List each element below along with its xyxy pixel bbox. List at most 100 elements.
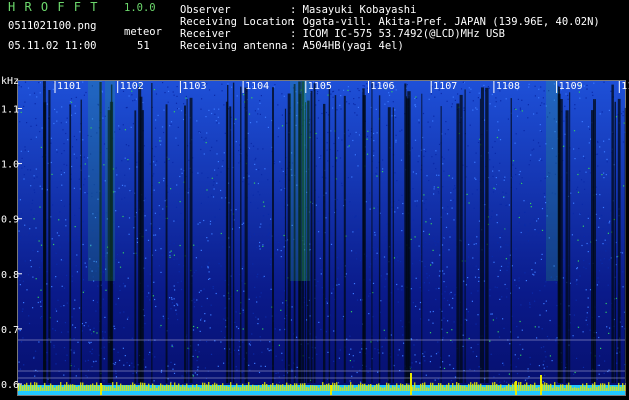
signal-peak [76,386,78,391]
noise-speck [70,98,73,100]
noise-speck [610,210,612,212]
noise-speck [463,107,465,109]
noise-speck [27,150,29,152]
noise-speck [598,281,600,283]
noise-speck [468,337,470,340]
noise-speck [539,314,541,316]
noise-speck [275,355,277,357]
signal-peak [218,386,220,391]
noise-speck [585,97,587,99]
noise-speck [196,245,198,247]
signal-peak [188,387,190,391]
noise-speck [227,83,229,85]
noise-speck [475,107,477,109]
noise-speck [319,158,321,160]
noise-speck [442,207,444,209]
noise-speck [503,179,505,181]
noise-speck [89,351,91,353]
signal-peak [82,382,84,391]
noise-speck [136,166,138,168]
noise-speck [426,175,428,177]
noise-speck [170,121,173,123]
noise-speck [478,276,480,279]
signal-peak [446,384,448,391]
noise-speck [358,134,361,136]
signal-peak [310,385,312,391]
noise-speck [411,362,413,364]
noise-speck [18,361,20,363]
noise-speck [374,258,376,260]
noise-speck [472,109,474,111]
noise-speck [498,170,500,172]
noise-speck [199,330,201,332]
noise-speck [75,265,77,267]
noise-speck [173,298,175,300]
noise-speck [282,302,284,304]
signal-peak [202,382,204,391]
noise-speck [217,167,219,169]
noise-speck [20,164,22,166]
noise-speck [320,155,322,157]
signal-peak [64,384,66,391]
noise-speck [253,182,256,184]
noise-speck [243,290,245,292]
noise-speck [622,111,624,113]
noise-speck [454,376,457,378]
noise-speck [368,295,370,297]
noise-speck [197,366,199,368]
noise-speck [435,244,437,246]
noise-speck [154,127,157,129]
noise-speck [104,331,106,333]
noise-speck [546,366,548,368]
noise-speck [321,287,323,289]
signal-peak [44,382,46,391]
noise-speck [428,282,430,284]
noise-speck [336,256,338,259]
noise-speck [377,206,379,208]
noise-speck [353,98,355,100]
noise-speck [489,295,491,297]
noise-speck [198,131,200,133]
noise-speck [501,296,503,298]
noise-speck [580,179,583,181]
signal-peak [380,387,382,391]
signal-peak [260,387,262,391]
noise-speck [491,146,494,148]
noise-speck [278,127,280,129]
noise-speck [174,363,176,365]
signal-peak [362,383,364,391]
noise-speck [32,214,35,216]
noise-speck [542,97,544,99]
noise-speck [215,120,217,122]
noise-speck [249,236,251,238]
noise-speck [527,368,529,370]
noise-speck [442,337,444,339]
signal-peak [98,386,100,391]
noise-speck [174,289,176,291]
noise-speck [374,250,376,252]
noise-speck [223,318,225,320]
signal-peak [472,383,474,391]
signal-peak [510,386,512,391]
noise-speck [355,215,357,217]
signal-gap [624,107,626,384]
noise-speck [90,341,92,343]
noise-speck [33,175,35,177]
noise-speck [291,368,293,370]
noise-speck [573,373,575,375]
time-label: 1107 [433,81,457,92]
noise-speck [61,184,63,186]
noise-speck [432,310,434,313]
signal-peak [90,384,92,391]
noise-speck [35,237,37,240]
noise-speck [457,93,459,95]
noise-speck [621,326,623,328]
noise-speck [24,101,26,103]
signal-peak [544,382,546,391]
noise-speck [193,325,195,328]
noise-speck [573,202,575,204]
noise-speck [78,178,80,180]
noise-speck [74,214,76,216]
noise-speck [132,100,134,102]
noise-speck [450,199,452,201]
